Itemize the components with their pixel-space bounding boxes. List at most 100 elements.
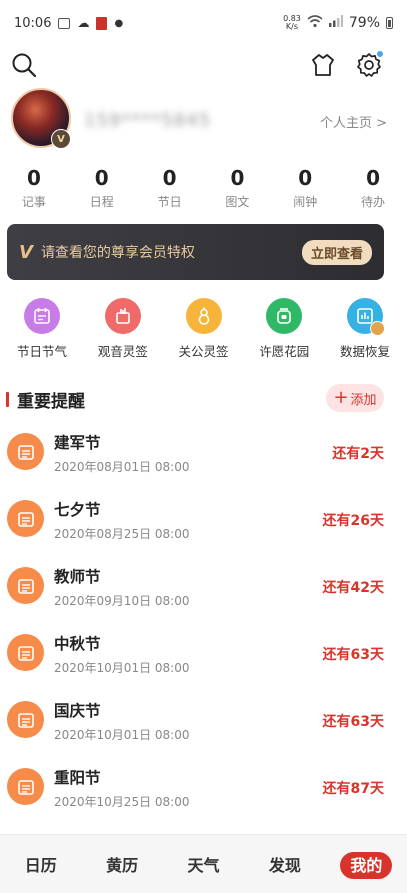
section-accent-bar — [6, 392, 9, 407]
reminder-calendar-icon — [7, 768, 44, 805]
vip-banner[interactable]: V 请查看您的尊享会员特权 立即查看 — [7, 224, 384, 280]
stat-festivals[interactable]: 0 节日 — [136, 166, 204, 212]
stat-label: 待办 — [361, 195, 386, 209]
notification-dot — [377, 51, 383, 57]
reminder-countdown: 还有2天 — [332, 446, 384, 462]
reminder-calendar-icon — [7, 500, 44, 537]
stat-notes[interactable]: 0 记事 — [0, 166, 68, 212]
reminder-calendar-icon — [7, 634, 44, 671]
tab-label: 发现 — [268, 856, 301, 875]
stat-label: 记事 — [21, 195, 46, 209]
tab-discover[interactable]: 发现 — [244, 852, 325, 876]
reminder-countdown: 还有63天 — [322, 714, 384, 730]
reminder-date: 2020年08月01日 08:00 — [54, 460, 190, 474]
list-item[interactable]: 重阳节 2020年10月25日 08:00 还有87天 — [0, 760, 407, 827]
reminder-countdown: 还有63天 — [322, 647, 384, 663]
status-bar: 10:06 ☁ ● 0.83 K/s 79% — [0, 0, 407, 46]
bottom-tab-bar: 日历 黄历 天气 发现 我的 — [0, 834, 407, 893]
shortcut-guangong-lottery[interactable]: 关公灵签 — [165, 298, 243, 360]
top-bar — [0, 46, 407, 88]
shortcut-label: 数据恢复 — [339, 344, 390, 359]
shortcut-guanyin-lottery[interactable]: 观音灵签 — [84, 298, 162, 360]
reminder-name: 建军节 — [54, 434, 101, 452]
reminder-countdown: 还有42天 — [322, 580, 384, 596]
shortcut-label: 节日节气 — [16, 344, 67, 359]
reminder-date: 2020年10月01日 08:00 — [54, 728, 190, 742]
lottery-box-icon — [104, 298, 141, 334]
personal-homepage-link[interactable]: 个人主页 > — [320, 112, 387, 131]
view-now-button[interactable]: 立即查看 — [301, 239, 372, 265]
list-item[interactable]: 中秋节 2020年10月01日 08:00 还有63天 — [0, 626, 407, 693]
search-icon[interactable] — [9, 50, 39, 80]
wish-jar-icon — [266, 298, 303, 334]
calendar-icon — [24, 298, 60, 334]
network-speed-unit: K/s — [285, 22, 299, 31]
stat-todos[interactable]: 0 待办 — [339, 166, 407, 212]
app-notification-icon — [96, 16, 108, 30]
tab-mine[interactable]: 我的 — [326, 852, 407, 879]
tab-label: 天气 — [187, 856, 220, 875]
reminder-name: 国庆节 — [54, 702, 101, 720]
vip-banner-text: 请查看您的尊享会员特权 — [40, 245, 195, 261]
reminder-countdown: 还有26天 — [322, 513, 384, 529]
vip-badge: V — [51, 129, 71, 149]
stat-value: 0 — [366, 166, 381, 190]
list-item[interactable]: 七夕节 2020年08月25日 08:00 还有26天 — [0, 492, 407, 559]
settings-gear-icon[interactable] — [354, 50, 384, 80]
vip-small-badge — [370, 321, 385, 336]
reminder-date: 2020年10月01日 08:00 — [54, 661, 190, 675]
username: 159****5845 — [84, 110, 212, 131]
stat-alarms[interactable]: 0 闹钟 — [271, 166, 339, 212]
shortcut-festivals-solar-terms[interactable]: 节日节气 — [3, 298, 81, 360]
reminder-date: 2020年10月25日 08:00 — [54, 795, 190, 809]
reminder-calendar-icon — [7, 567, 44, 604]
section-title: 重要提醒 — [17, 392, 85, 412]
shortcut-row: 节日节气 观音灵签 关公灵签 许愿花园 数据恢复 — [0, 298, 407, 360]
battery-level: 79% — [348, 15, 380, 31]
list-item[interactable]: 国庆节 2020年10月01日 08:00 还有63天 — [0, 693, 407, 760]
plus-icon: + — [333, 387, 349, 408]
cloud-icon: ☁ — [77, 16, 90, 30]
stat-label: 节日 — [157, 195, 182, 209]
status-time: 10:06 — [14, 15, 52, 31]
add-button-label: 添加 — [350, 392, 377, 408]
important-reminders-header: 重要提醒 + 添加 — [0, 384, 407, 416]
gallery-icon — [58, 17, 71, 29]
wifi-icon — [307, 14, 323, 32]
reminder-calendar-icon — [7, 433, 44, 470]
shortcut-label: 观音灵签 — [97, 344, 148, 359]
network-speed: 0.83 K/s — [283, 15, 301, 31]
tab-label: 我的 — [340, 852, 393, 879]
list-item[interactable]: 教师节 2020年09月10日 08:00 还有42天 — [0, 559, 407, 626]
reminder-name: 中秋节 — [54, 635, 101, 653]
stat-label: 图文 — [225, 195, 250, 209]
dot-icon: ● — [114, 17, 124, 29]
stat-value: 0 — [26, 166, 41, 190]
stat-schedule[interactable]: 0 日程 — [68, 166, 136, 212]
stat-images[interactable]: 0 图文 — [203, 166, 271, 212]
tab-calendar[interactable]: 日历 — [0, 852, 81, 876]
shortcut-data-restore[interactable]: 数据恢复 — [326, 298, 404, 360]
list-item[interactable]: 建军节 2020年08月01日 08:00 还有2天 — [0, 425, 407, 492]
reminder-list: 建军节 2020年08月01日 08:00 还有2天 七夕节 2020年08月2… — [0, 425, 407, 827]
stat-value: 0 — [94, 166, 109, 190]
signal-icon — [328, 15, 343, 31]
stat-value: 0 — [230, 166, 245, 190]
reminder-name: 重阳节 — [54, 769, 101, 787]
tab-label: 日历 — [24, 856, 57, 875]
shortcut-label: 许愿花园 — [259, 344, 310, 359]
skin-icon[interactable] — [308, 50, 338, 80]
stat-value: 0 — [298, 166, 313, 190]
shortcut-wish-garden[interactable]: 许愿花园 — [245, 298, 323, 360]
tab-label: 黄历 — [106, 856, 139, 875]
shortcut-label: 关公灵签 — [178, 344, 229, 359]
data-restore-icon — [347, 298, 385, 336]
battery-icon — [386, 17, 393, 29]
stat-value: 0 — [162, 166, 177, 190]
add-reminder-button[interactable]: + 添加 — [326, 384, 384, 412]
reminder-name: 教师节 — [54, 568, 101, 586]
tab-weather[interactable]: 天气 — [163, 852, 244, 876]
tab-almanac[interactable]: 黄历 — [81, 852, 162, 876]
gourd-icon — [185, 298, 222, 334]
vip-crown-icon: V — [19, 241, 33, 263]
